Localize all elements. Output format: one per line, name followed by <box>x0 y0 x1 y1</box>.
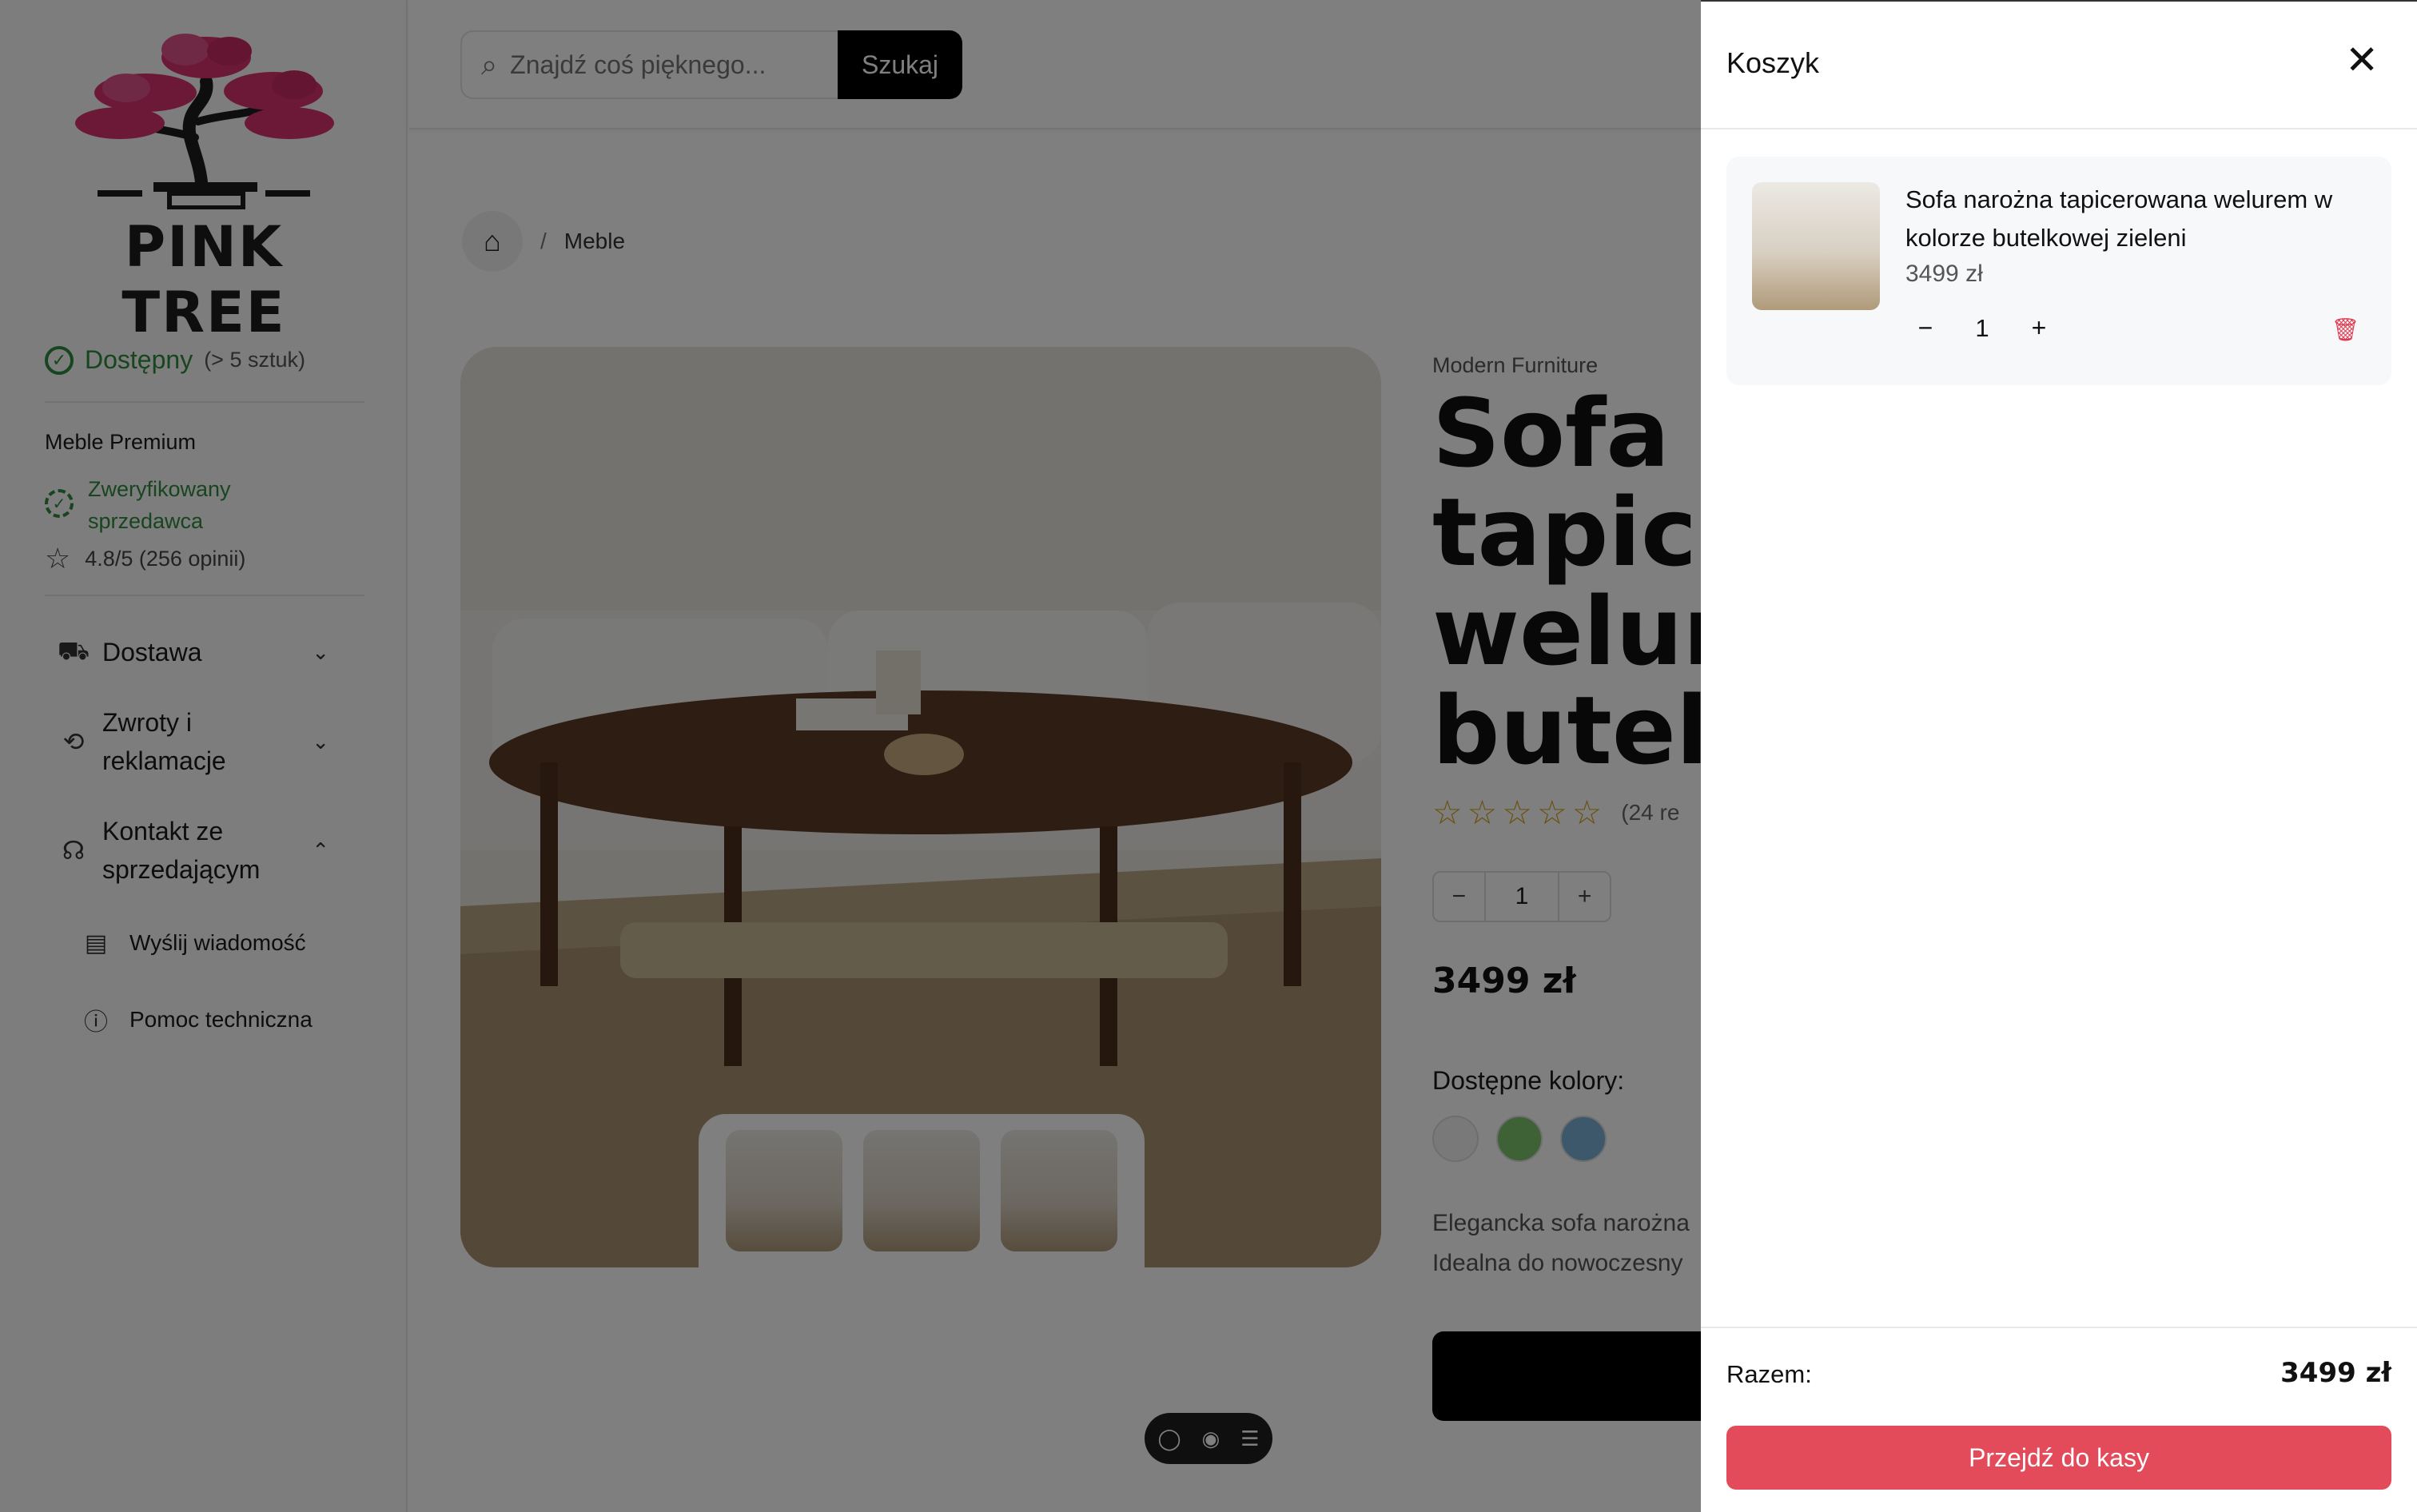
product-page: PINK TREE ✓ Dostępny (> 5 sztuk) Meble P… <box>0 0 2417 1512</box>
cart-item-quantity-stepper: − 1 + <box>1905 313 2059 343</box>
cart-item-image <box>1752 182 1880 310</box>
close-icon[interactable]: ✕ <box>2345 40 2379 80</box>
increase-button[interactable]: + <box>2019 313 2059 343</box>
cart-footer: Razem: 3499 zł Przejdź do kasy <box>1701 1327 2417 1512</box>
cart-title: Koszyk <box>1726 46 1820 79</box>
cart-drawer: Koszyk ✕ Sofa narożna tapicerowana welur… <box>1701 0 2417 1512</box>
cart-item-price: 3499 zł <box>1905 261 1983 287</box>
decrease-button[interactable]: − <box>1905 313 1945 343</box>
total-label: Razem: <box>1726 1360 1812 1388</box>
total-value: 3499 zł <box>2280 1357 2391 1389</box>
cart-item-name: Sofa narożna tapicerowana welurem w kolo… <box>1905 185 2333 252</box>
trash-icon[interactable]: 🗑 <box>2331 316 2359 343</box>
cart-header: Koszyk ✕ <box>1701 2 2417 129</box>
cart-item-quantity: 1 <box>1975 313 1989 342</box>
checkout-button[interactable]: Przejdź do kasy <box>1726 1426 2391 1490</box>
cart-item: Sofa narożna tapicerowana welurem w kolo… <box>1726 157 2391 385</box>
